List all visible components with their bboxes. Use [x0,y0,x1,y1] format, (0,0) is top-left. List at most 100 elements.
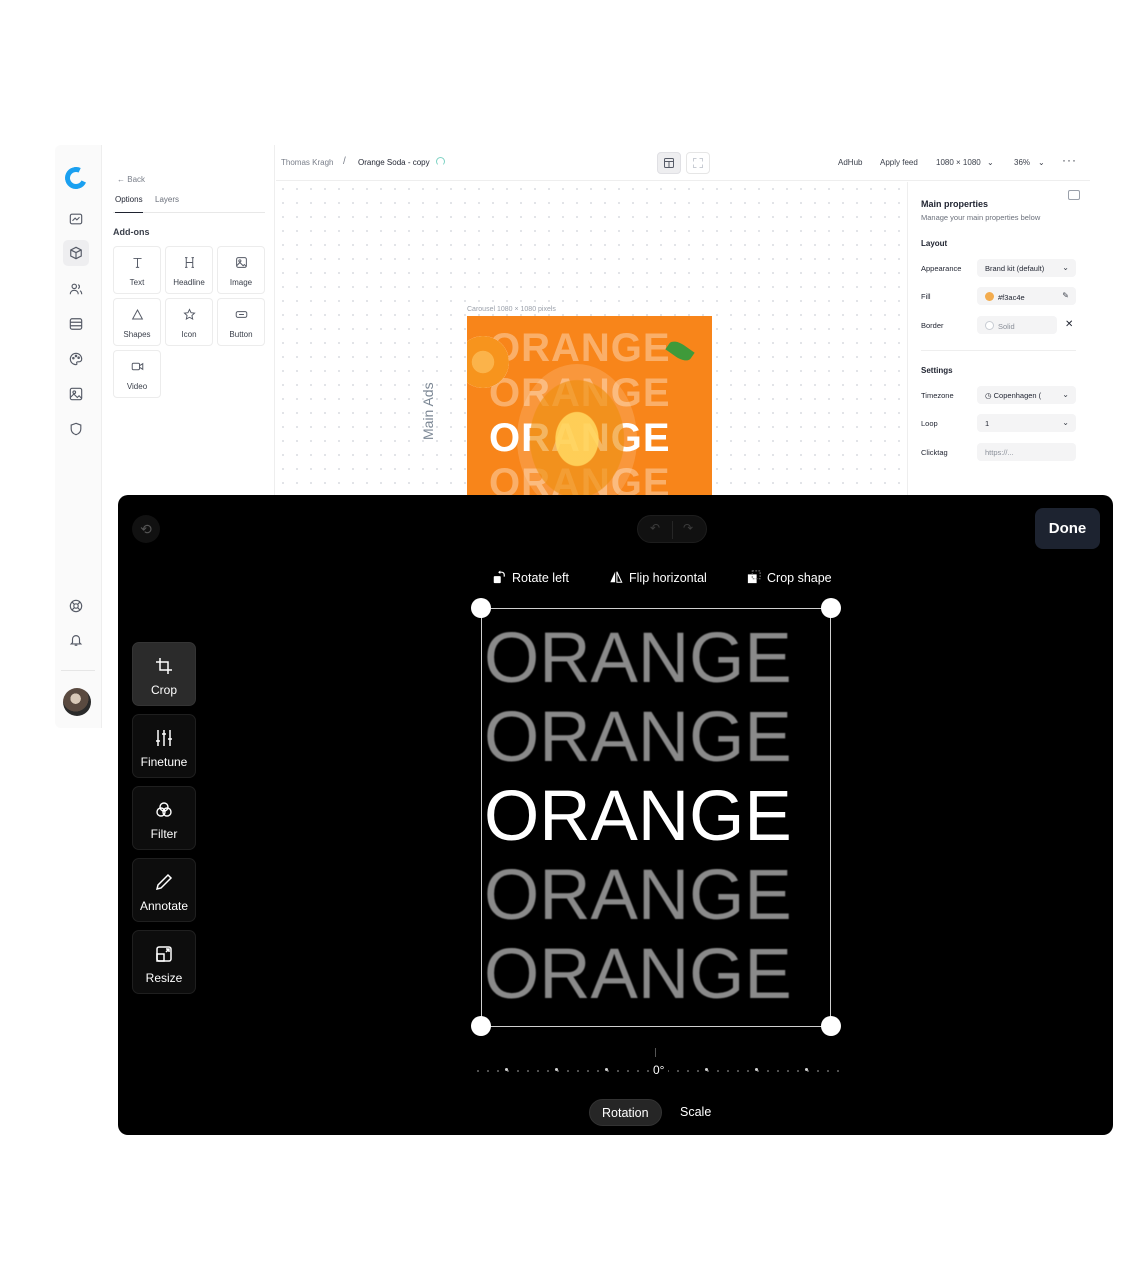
close-icon[interactable]: ✕ [1065,319,1073,330]
rotate-left-button[interactable]: Rotate left [492,570,569,586]
crop-handle-bottom-left[interactable] [471,1016,491,1036]
apply-feed-button[interactable]: Apply feed [880,158,918,167]
tool-finetune[interactable]: Finetune [132,714,196,778]
cube-icon[interactable] [63,240,89,266]
bell-icon[interactable] [69,633,83,647]
divider [672,521,673,539]
fit-view-button[interactable] [686,152,710,174]
image-library-icon[interactable] [69,387,83,401]
crop-shape-button[interactable]: Crop shape [747,570,832,586]
filter-icon [155,801,173,819]
users-icon[interactable] [69,282,83,296]
tool-annotate[interactable]: Annotate [132,858,196,922]
crop-handle-bottom-right[interactable] [821,1016,841,1036]
headline-icon [183,256,196,269]
undo-icon[interactable]: ↶ [650,521,660,535]
breadcrumb-project[interactable]: Orange Soda - copy [358,158,430,167]
chevron-down-icon: ⌄ [1062,263,1069,272]
addons-title: Add-ons [113,227,150,237]
image-word: ORANGE [484,777,792,856]
annotate-icon [155,873,173,891]
shapes-icon [131,308,144,321]
crop-handle-top-right[interactable] [821,598,841,618]
loop-select[interactable]: 1 ⌄ [977,414,1076,432]
zoom-selector[interactable]: 36% [1014,158,1030,167]
history-icon[interactable]: ⟲ [132,515,160,543]
crop-handle-top-left[interactable] [471,598,491,618]
tab-options[interactable]: Options [115,195,143,213]
breadcrumb-owner[interactable]: Thomas Kragh [281,158,333,167]
fill-swatch[interactable] [985,292,994,301]
border-field[interactable]: Solid [977,316,1057,334]
border-swatch[interactable] [985,321,994,330]
tool-filter[interactable]: Filter [132,786,196,850]
panel-tabs: Options Layers [113,195,265,213]
app-logo-icon[interactable] [61,163,91,193]
mode-scale[interactable]: Scale [668,1099,723,1126]
addon-icon[interactable]: Icon [165,298,213,346]
dial-major-tick [505,1068,508,1071]
star-icon [182,308,196,321]
back-arrow-icon: ← [117,175,128,184]
help-icon[interactable] [69,599,83,613]
panel-toggle-icon[interactable] [1068,190,1080,200]
flip-horizontal-icon [610,571,623,583]
redo-icon[interactable]: ↷ [683,521,693,535]
props-subtitle: Manage your main properties below [921,213,1041,222]
flip-horizontal-button[interactable]: Flip horizontal [609,570,707,586]
addon-video[interactable]: Video [113,350,161,398]
addon-headline[interactable]: Headline [165,246,213,294]
addon-text[interactable]: Text [113,246,161,294]
done-button[interactable]: Done [1035,508,1100,549]
analytics-icon[interactable] [69,212,83,226]
tool-crop[interactable]: Crop [132,642,196,706]
clicktag-label: Clicktag [921,448,948,457]
addon-image[interactable]: Image [217,246,265,294]
image-word: ORANGE [484,619,792,698]
canvas-caption: Carousel 1080 × 1080 pixels [467,306,556,313]
rotate-left-icon [493,570,505,584]
back-link[interactable]: ← Back [117,175,145,184]
eyedropper-icon[interactable]: ✎ [1062,291,1069,300]
palette-icon[interactable] [69,352,83,366]
addon-shapes[interactable]: Shapes [113,298,161,346]
sync-icon [436,157,445,166]
tab-layers[interactable]: Layers [155,195,179,213]
adhub-link[interactable]: AdHub [838,158,862,167]
crop-icon [155,657,173,675]
layout-view-button[interactable] [657,152,681,174]
layout-icon [664,158,674,168]
settings-section-title: Settings [921,366,953,375]
dial-major-tick [705,1068,708,1071]
addon-button[interactable]: Button [217,298,265,346]
finetune-icon [155,729,173,747]
rotation-dial[interactable]: 0° [473,1048,843,1078]
divider [921,350,1076,351]
chevron-down-icon: ⌄ [1062,418,1069,427]
dial-major-tick [555,1068,558,1071]
clock-icon: ◷ [985,391,994,400]
shield-icon[interactable] [69,422,83,436]
text-icon [131,256,144,269]
button-icon [235,308,248,321]
timezone-select[interactable]: ◷ Copenhagen ( ⌄ [977,386,1076,404]
mode-rotation[interactable]: Rotation [589,1099,662,1126]
avatar[interactable] [63,688,91,716]
appearance-select[interactable]: Brand kit (default) ⌄ [977,259,1076,277]
tool-resize[interactable]: Resize [132,930,196,994]
dial-major-tick [805,1068,808,1071]
crop-shape-icon [747,570,761,584]
fill-field[interactable]: #f3ac4e ✎ [977,287,1076,305]
list-icon[interactable] [69,317,83,331]
clicktag-input[interactable]: https://... [977,443,1076,461]
crop-image-area[interactable]: ORANGE ORANGE ORANGE ORANGE ORANGE [481,608,831,1027]
loop-label: Loop [921,419,938,428]
more-menu-icon[interactable]: ··· [1062,153,1077,167]
image-icon [235,256,248,269]
chevron-down-icon: ⌄ [1038,158,1045,167]
image-word: ORANGE [484,856,792,935]
layout-section-title: Layout [921,239,948,248]
image-word: ORANGE [484,698,792,777]
soda-splash-image [517,364,637,514]
size-selector[interactable]: 1080 × 1080 [936,158,981,167]
